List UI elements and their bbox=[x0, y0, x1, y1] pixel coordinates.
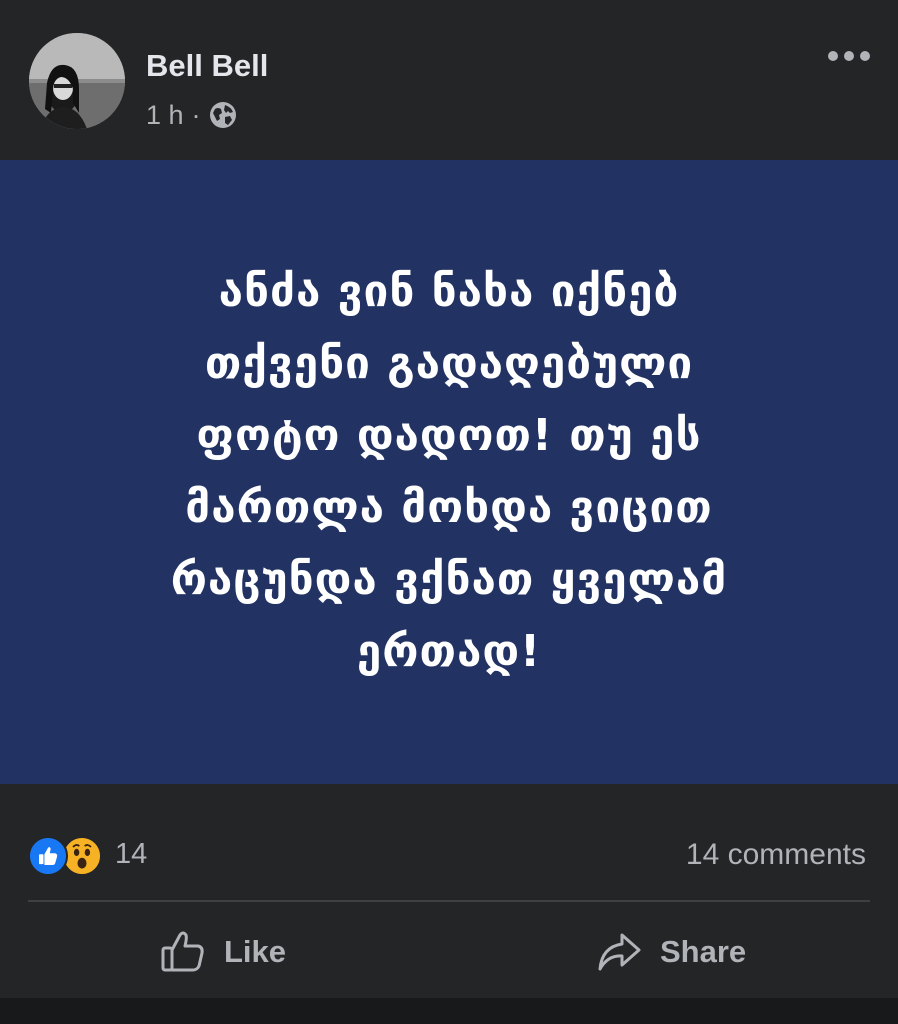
like-reaction-icon bbox=[28, 836, 68, 876]
avatar[interactable] bbox=[29, 33, 125, 129]
comments-count[interactable]: 14 comments bbox=[686, 838, 866, 872]
share-button[interactable]: Share bbox=[596, 925, 746, 979]
wow-reaction-icon bbox=[62, 836, 102, 876]
author-name[interactable]: Bell Bell bbox=[146, 48, 268, 84]
post-meta: 1 h · bbox=[146, 97, 237, 133]
share-label: Share bbox=[660, 934, 747, 969]
more-dot bbox=[844, 51, 854, 61]
more-options-icon[interactable] bbox=[828, 44, 870, 68]
globe-icon[interactable] bbox=[209, 101, 237, 129]
share-arrow-icon bbox=[598, 933, 641, 971]
more-dot bbox=[828, 51, 838, 61]
post-separator-bar bbox=[0, 998, 898, 1024]
like-label: Like bbox=[224, 934, 287, 969]
post-header: Bell Bell 1 h · bbox=[0, 0, 898, 160]
divider bbox=[28, 900, 870, 902]
post-time[interactable]: 1 h bbox=[146, 100, 184, 131]
reaction-count[interactable]: 14 bbox=[115, 838, 147, 871]
like-button[interactable]: Like bbox=[160, 925, 286, 979]
post-content[interactable]: ანძა ვინ ნახა იქნებ თქვენი გადაღებული ფო… bbox=[0, 160, 898, 784]
post-card: Bell Bell 1 h · ანძა ვინ ნახა იქნებ თქვე… bbox=[0, 0, 898, 1024]
avatar-photo bbox=[29, 33, 125, 129]
meta-separator: · bbox=[191, 99, 201, 130]
post-text: ანძა ვინ ნახა იქნებ თქვენი გადაღებული ფო… bbox=[170, 266, 728, 677]
more-dot bbox=[860, 51, 870, 61]
reaction-icons[interactable] bbox=[28, 836, 102, 876]
thumbs-up-icon bbox=[161, 931, 204, 972]
